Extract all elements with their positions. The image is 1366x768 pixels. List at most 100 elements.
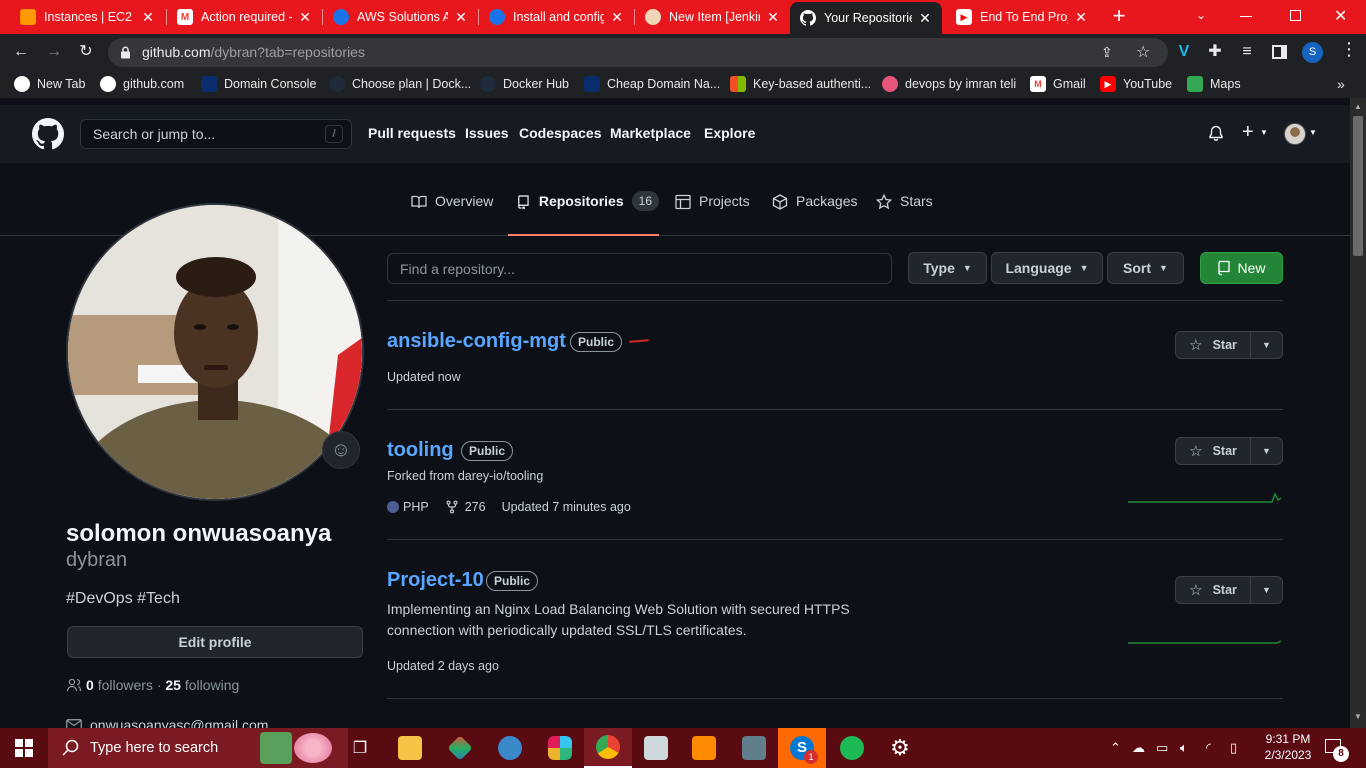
close-icon[interactable]: ✕	[610, 9, 624, 26]
profile-email[interactable]: onwuasoanyasc@gmail.com	[66, 717, 268, 728]
forward-arrow-icon[interactable]: →	[45, 43, 63, 61]
spotify-icon[interactable]	[828, 728, 876, 768]
repo-name-link[interactable]: tooling	[387, 439, 454, 462]
new-tab-plus-icon[interactable]: +	[1108, 5, 1130, 28]
star-list-dropdown[interactable]: ▼	[1251, 576, 1283, 604]
bookmark-gmail[interactable]: M Gmail	[1030, 76, 1086, 92]
browser-tab-ec2[interactable]: Instances | EC2 M ✕	[10, 0, 165, 34]
forked-from[interactable]: Forked from darey-io/tooling	[387, 469, 543, 483]
user-avatar[interactable]	[1284, 123, 1306, 145]
bookmark-key-auth[interactable]: Key-based authenti...	[730, 76, 871, 92]
language-filter-dropdown[interactable]: Language ▼	[991, 252, 1103, 284]
more-bookmarks-chevron-icon[interactable]: »	[1337, 76, 1345, 92]
skype-icon[interactable]: S 1	[778, 728, 826, 768]
tab-packages[interactable]: Packages	[772, 193, 857, 236]
type-filter-dropdown[interactable]: Type ▼	[908, 252, 987, 284]
volume-icon[interactable]: 🔈︎	[1180, 740, 1188, 756]
slack-icon[interactable]	[536, 728, 584, 768]
bookmark-cheap-domain[interactable]: Cheap Domain Na...	[584, 76, 720, 92]
address-bar[interactable]: github.com/dybran?tab=repositories ⇪ ☆	[108, 38, 1168, 67]
side-panel-icon[interactable]	[1272, 45, 1287, 59]
file-explorer-icon[interactable]	[386, 728, 434, 768]
bookmark-maps[interactable]: Maps	[1187, 76, 1241, 92]
windows-start-icon[interactable]	[0, 728, 48, 768]
wifi-icon[interactable]: ◜	[1206, 740, 1211, 756]
app-window-icon[interactable]	[632, 728, 680, 768]
browser-tab-install-config[interactable]: Install and config ✕	[479, 0, 634, 34]
reload-icon[interactable]: ↻	[77, 43, 95, 61]
fork-count[interactable]: 276	[465, 500, 486, 514]
profile-avatar[interactable]	[66, 203, 364, 501]
display-icon[interactable]: ▯	[1230, 740, 1237, 756]
browser-profile-avatar[interactable]: S	[1302, 42, 1323, 63]
lock-icon[interactable]	[120, 46, 131, 59]
tab-stars[interactable]: Stars	[876, 193, 933, 236]
kebab-menu-icon[interactable]: ⋮	[1340, 39, 1358, 60]
nav-codespaces[interactable]: Codespaces	[519, 125, 601, 141]
window-close-icon[interactable]: ✕	[1334, 6, 1347, 26]
page-scrollbar[interactable]: ▲ ▼	[1350, 98, 1366, 728]
tab-projects[interactable]: Projects	[675, 193, 750, 236]
scroll-up-arrow-icon[interactable]: ▲	[1354, 102, 1362, 111]
bell-icon[interactable]	[1208, 125, 1224, 142]
following-link[interactable]: 25 following	[165, 677, 239, 693]
browser-tab-your-repositories[interactable]: Your Repositories ✕	[790, 2, 942, 34]
find-repository-field[interactable]	[388, 254, 891, 283]
bookmark-star-icon[interactable]: ☆	[1136, 42, 1150, 62]
media-queue-icon[interactable]: ≡	[1238, 43, 1256, 61]
bookmark-github[interactable]: github.com	[100, 76, 184, 92]
sort-dropdown[interactable]: Sort ▼	[1107, 252, 1184, 284]
repo-name-link[interactable]: Project-10	[387, 569, 484, 592]
close-icon[interactable]: ✕	[918, 10, 932, 27]
search-input[interactable]: Search or jump to... /	[80, 119, 352, 149]
show-hidden-icons-chevron-icon[interactable]: ⌃	[1110, 740, 1121, 756]
find-repository-input[interactable]	[387, 253, 892, 284]
extensions-puzzle-icon[interactable]: ✚	[1206, 43, 1224, 61]
browser-tab-jenkins[interactable]: New Item [Jenkin ✕	[635, 0, 790, 34]
nav-issues[interactable]: Issues	[465, 125, 509, 141]
battery-icon[interactable]: ▭	[1156, 740, 1168, 756]
bookmark-docker-hub[interactable]: Docker Hub	[480, 76, 569, 92]
nav-pull-requests[interactable]: Pull requests	[368, 125, 456, 141]
tab-repositories[interactable]: Repositories 16	[508, 191, 659, 236]
star-button[interactable]: ☆ Star	[1175, 331, 1251, 359]
nav-explore[interactable]: Explore	[704, 125, 755, 141]
star-list-dropdown[interactable]: ▼	[1251, 331, 1283, 359]
scrollbar-thumb[interactable]	[1353, 116, 1363, 256]
bookmark-domain-console[interactable]: Domain Console	[201, 76, 316, 92]
star-button[interactable]: ☆ Star	[1175, 437, 1251, 465]
settings-gear-icon[interactable]: ⚙	[876, 728, 924, 768]
onedrive-cloud-icon[interactable]: ☁	[1132, 740, 1145, 756]
close-icon[interactable]: ✕	[298, 9, 312, 26]
new-repository-button[interactable]: New	[1200, 252, 1283, 284]
back-arrow-icon[interactable]: ←	[12, 43, 30, 61]
share-icon[interactable]: ⇪	[1101, 44, 1113, 61]
scroll-down-arrow-icon[interactable]: ▼	[1354, 712, 1362, 721]
close-icon[interactable]: ✕	[1074, 9, 1088, 26]
chrome-icon[interactable]	[584, 728, 632, 768]
minimize-icon[interactable]	[1240, 16, 1252, 17]
caret-down-icon[interactable]: ▼	[1309, 128, 1317, 137]
browser-tab-youtube[interactable]: ▶ End To End Proje ✕	[946, 0, 1098, 34]
system-clock[interactable]: 9:31 PM 2/3/2023	[1258, 731, 1318, 763]
browser-tab-aws-solutions[interactable]: AWS Solutions Ar ✕	[323, 0, 478, 34]
set-status-smiley-icon[interactable]: ☺	[322, 431, 360, 469]
bookmark-devops[interactable]: devops by imran teli	[882, 76, 1016, 92]
star-list-dropdown[interactable]: ▼	[1251, 437, 1283, 465]
caret-down-icon[interactable]: ▼	[1260, 128, 1268, 137]
restore-icon[interactable]	[1290, 10, 1301, 21]
create-plus-icon[interactable]: +	[1242, 121, 1254, 144]
app-pen-icon[interactable]	[486, 728, 534, 768]
tab-search-chevron-icon[interactable]: ⌄	[1196, 8, 1206, 22]
vimeo-extension-icon[interactable]: V	[1175, 43, 1193, 61]
task-view-icon[interactable]: ❐	[336, 728, 384, 768]
close-icon[interactable]: ✕	[141, 9, 155, 26]
taskbar-search-box[interactable]: Type here to search	[48, 728, 348, 768]
nav-marketplace[interactable]: Marketplace	[610, 125, 691, 141]
bookmark-docker-plan[interactable]: Choose plan | Dock...	[329, 76, 471, 92]
star-button[interactable]: ☆ Star	[1175, 576, 1251, 604]
repo-name-link[interactable]: ansible-config-mgt	[387, 330, 566, 353]
edit-profile-button[interactable]: Edit profile	[67, 626, 363, 658]
app-diamond-icon[interactable]	[436, 728, 484, 768]
bookmark-new-tab[interactable]: New Tab	[14, 76, 85, 92]
